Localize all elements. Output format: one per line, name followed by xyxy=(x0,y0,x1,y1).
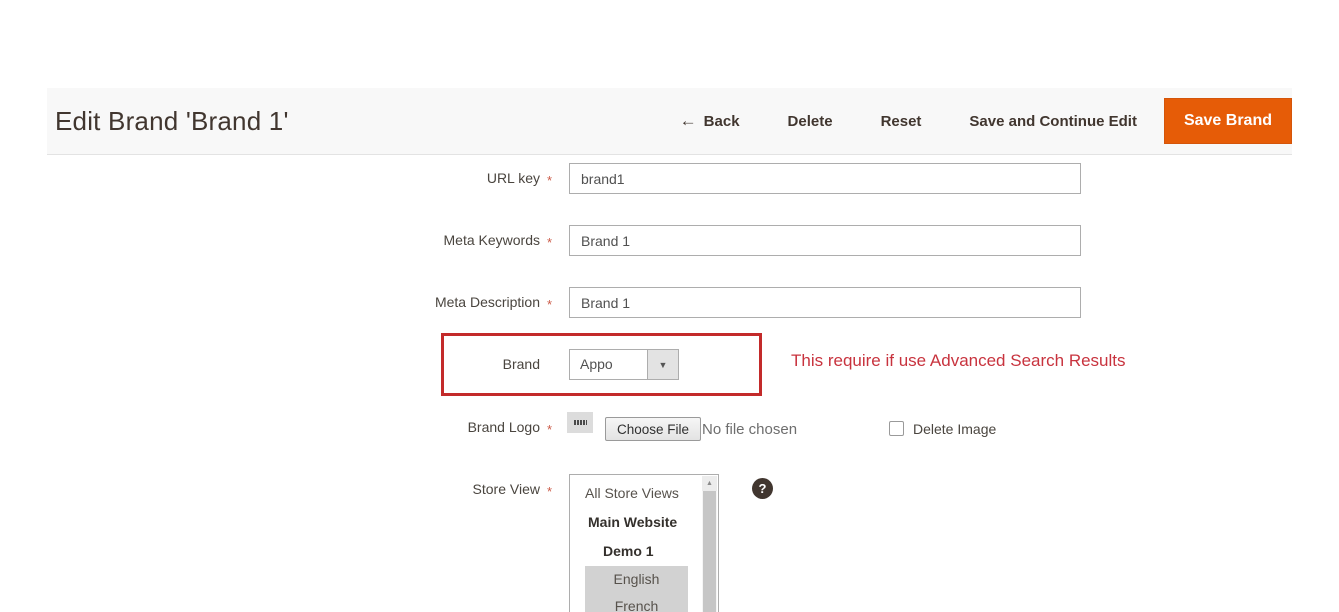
brand-logo-thumbnail xyxy=(567,412,593,433)
page-header: Edit Brand 'Brand 1' ← Back Delete Reset… xyxy=(47,88,1292,155)
meta-description-label: Meta Description xyxy=(280,295,540,310)
url-key-required-mark: * xyxy=(547,173,552,188)
meta-keywords-required-mark: * xyxy=(547,235,552,250)
choose-file-button[interactable]: Choose File xyxy=(605,417,701,441)
brand-select[interactable]: Appo ▼ xyxy=(569,349,679,380)
store-view-option-all-store-views[interactable]: All Store Views xyxy=(570,479,718,508)
thumbnail-image-icon xyxy=(574,420,587,425)
delete-button[interactable]: Delete xyxy=(788,113,833,130)
url-key-input[interactable] xyxy=(569,163,1081,194)
store-view-required-mark: * xyxy=(547,484,552,499)
store-view-option-english[interactable]: English xyxy=(585,566,688,593)
brand-annotation-text: This require if use Advanced Search Resu… xyxy=(791,351,1126,371)
back-button[interactable]: ← Back xyxy=(680,111,740,131)
scrollbar-thumb[interactable] xyxy=(703,491,716,612)
delete-image-label[interactable]: Delete Image xyxy=(913,421,996,437)
brand-logo-label: Brand Logo xyxy=(280,420,540,435)
edit-brand-page: Edit Brand 'Brand 1' ← Back Delete Reset… xyxy=(0,0,1339,612)
scrollbar-up-arrow-icon[interactable]: ▲ xyxy=(702,476,717,491)
multiselect-scrollbar[interactable]: ▲ xyxy=(702,476,717,612)
store-view-option-demo-1[interactable]: Demo 1 xyxy=(570,537,718,566)
save-brand-button[interactable]: Save Brand xyxy=(1164,98,1292,144)
save-and-continue-button[interactable]: Save and Continue Edit xyxy=(969,113,1137,130)
page-actions: ← Back Delete Reset Save and Continue Ed… xyxy=(680,98,1292,144)
back-arrow-icon: ← xyxy=(680,111,697,131)
chevron-down-icon[interactable]: ▼ xyxy=(647,350,678,379)
store-view-option-french[interactable]: French xyxy=(585,593,688,612)
store-view-option-main-website[interactable]: Main Website xyxy=(570,508,718,537)
url-key-label: URL key xyxy=(280,171,540,186)
page-title: Edit Brand 'Brand 1' xyxy=(55,106,289,137)
no-file-chosen-text: No file chosen xyxy=(702,421,797,438)
reset-button[interactable]: Reset xyxy=(881,113,922,130)
help-icon[interactable]: ? xyxy=(752,478,773,499)
brand-select-value: Appo xyxy=(570,350,647,379)
store-view-multiselect[interactable]: All Store Views Main Website Demo 1 Engl… xyxy=(569,474,719,612)
meta-description-input[interactable] xyxy=(569,287,1081,318)
store-view-label: Store View xyxy=(280,482,540,497)
meta-keywords-label: Meta Keywords xyxy=(280,233,540,248)
brand-logo-required-mark: * xyxy=(547,422,552,437)
delete-image-checkbox[interactable] xyxy=(889,421,904,436)
brand-label: Brand xyxy=(280,357,540,372)
meta-description-required-mark: * xyxy=(547,297,552,312)
meta-keywords-input[interactable] xyxy=(569,225,1081,256)
back-button-label: Back xyxy=(704,113,740,130)
